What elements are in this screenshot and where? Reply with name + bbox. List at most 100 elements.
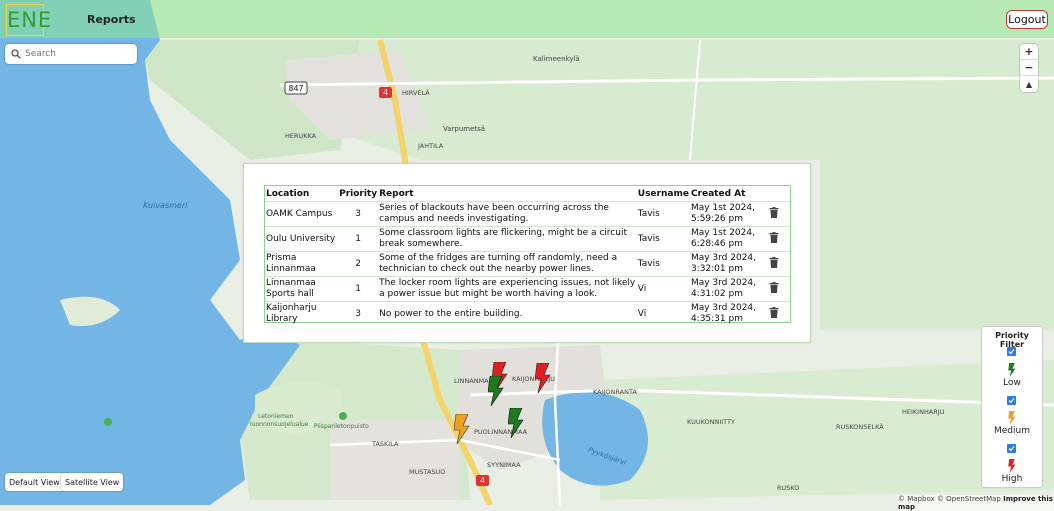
marker-medium-priority[interactable] [454, 414, 470, 444]
cell-location: Prisma Linnanmaa [266, 253, 316, 274]
reports-link[interactable]: Reports [87, 13, 136, 26]
cell-created-at: May 1st 2024, 5:59:26 pm [690, 203, 755, 224]
cell-username: Tavis [637, 208, 660, 219]
reports-table-wrapper: Location Priority Report Username Create… [264, 185, 791, 326]
place-herukka: HERUKKA [285, 132, 317, 140]
cell-report: No power to the entire building. [379, 308, 523, 319]
place-rusko: RUSKO [777, 484, 799, 492]
column-header-created-at: Created At [690, 188, 746, 199]
place-heikinharju: HEIKINHARJU [902, 408, 945, 416]
cell-username: Vi [637, 308, 647, 319]
compass-button[interactable]: ▲ [1020, 76, 1038, 92]
default-view-button[interactable]: Default View [5, 473, 64, 491]
table-row: Oulu University 1 Some classroom lights … [265, 226, 790, 252]
low-priority-checkbox[interactable] [1007, 347, 1016, 356]
place-hirvela: HIRVELÄ [402, 88, 430, 97]
park-pin-icon [339, 412, 347, 420]
road-4-top-label: 4 [383, 88, 388, 97]
zoom-in-button[interactable]: + [1020, 44, 1038, 60]
cell-username: Tavis [637, 233, 660, 244]
cell-location: Kaijonharju Library [266, 303, 317, 324]
road-4-bottom-label: 4 [480, 476, 485, 485]
satellite-view-button[interactable]: Satellite View [61, 473, 124, 491]
place-mustasuo: MUSTASUO [409, 468, 445, 476]
cell-report: Some of the fridges are turning off rand… [379, 253, 618, 274]
place-luonnonsuojelualue: luonnonsuojelualue [250, 421, 309, 428]
cell-report: The locker room lights are experiencing … [379, 278, 636, 299]
column-header-username: Username [637, 188, 689, 199]
medium-priority-checkbox[interactable] [1007, 396, 1016, 405]
cell-username: Tavis [637, 258, 660, 269]
cell-actions [768, 202, 790, 227]
top-nav-bar: ENE Reports Logout [0, 0, 1054, 38]
cell-priority: 2 [355, 258, 361, 269]
trash-icon[interactable] [769, 231, 779, 243]
cell-actions [768, 277, 790, 302]
table-row: Kaijonharju Library 3 No power to the en… [265, 301, 790, 327]
trash-icon[interactable] [769, 206, 779, 218]
place-taskila: TASKILA [371, 440, 399, 448]
place-kaijonranta: KAIJONRANTA [593, 388, 637, 396]
column-header-priority: Priority [339, 188, 378, 199]
place-kuivasmeri: Kuivasmeri [143, 201, 188, 210]
map-zoom-controls: + − ▲ [1020, 44, 1038, 92]
cell-location: Oulu University [266, 233, 336, 244]
trash-icon[interactable] [769, 256, 779, 268]
cell-priority: 3 [355, 308, 361, 319]
column-header-report: Report [379, 188, 414, 199]
high-priority-checkbox[interactable] [1007, 444, 1016, 453]
cell-username: Vi [637, 283, 647, 294]
low-filter-label: Low [1003, 378, 1021, 388]
place-kuukonniitty: KUUKONNIITTY [687, 418, 735, 426]
medium-bolt-icon [1008, 411, 1016, 425]
checkmark-icon [1008, 349, 1015, 355]
column-header-actions [768, 186, 790, 202]
place-varpumetsa: Varpumetsä [443, 125, 485, 133]
column-header-location: Location [266, 188, 310, 199]
cell-actions [768, 227, 790, 252]
place-piispanletonpuisto: Piispanletonpuisto [314, 423, 369, 430]
cell-location: Linnanmaa Sports hall [266, 278, 316, 299]
app-logo[interactable]: ENE [6, 4, 51, 36]
marker-low-priority[interactable] [488, 376, 504, 406]
cell-created-at: May 3rd 2024, 3:32:01 pm [690, 253, 757, 274]
map-urban-taskila [330, 420, 460, 500]
checkmark-icon [1008, 446, 1015, 452]
zoom-out-button[interactable]: − [1020, 60, 1038, 76]
table-row: Prisma Linnanmaa 2 Some of the fridges a… [265, 251, 790, 277]
road-shield-847: 847 [284, 81, 308, 95]
table-header-row: Location Priority Report Username Create… [265, 186, 790, 202]
search-input[interactable] [25, 46, 133, 61]
map-attribution: © Mapbox © OpenStreetMap Improve this ma… [898, 495, 1054, 511]
cell-created-at: May 3rd 2024, 4:31:02 pm [690, 278, 757, 299]
cell-report: Series of blackouts have been occurring … [379, 203, 609, 224]
high-bolt-icon [1008, 459, 1016, 473]
logout-button[interactable]: Logout [1006, 10, 1048, 29]
cell-created-at: May 1st 2024, 6:28:46 pm [690, 228, 755, 249]
marker-high-priority[interactable] [535, 363, 551, 393]
trash-icon[interactable] [769, 281, 779, 293]
search-icon [11, 49, 21, 59]
osm-attribution-link[interactable]: © OpenStreetMap [937, 495, 1001, 503]
cell-actions [768, 302, 790, 327]
table-row: OAMK Campus 3 Series of blackouts have b… [265, 201, 790, 227]
place-jahtila: JAHTILA [417, 142, 444, 150]
reports-panel: Location Priority Report Username Create… [243, 163, 811, 343]
place-kalimeenkyla: Kalimeenkylä [533, 55, 580, 63]
place-syynimaa: SYYNIMAA [487, 461, 521, 469]
cell-priority: 3 [355, 208, 361, 219]
road-shield-4-top: 4 [379, 87, 392, 98]
cell-location: OAMK Campus [266, 208, 333, 219]
cell-created-at: May 3rd 2024, 4:35:31 pm [690, 303, 757, 324]
place-letoniemen: Letoniemen [258, 413, 294, 420]
place-ruskonselka: RUSKONSELKÄ [836, 422, 884, 431]
cell-report: Some classroom lights are flickering, mi… [379, 228, 627, 249]
marker-low-priority[interactable] [508, 408, 524, 438]
medium-filter-label: Medium [994, 426, 1030, 436]
road-847-label: 847 [288, 84, 303, 93]
low-bolt-icon [1008, 363, 1016, 377]
mapbox-attribution-link[interactable]: © Mapbox [898, 495, 935, 503]
cell-actions [768, 252, 790, 277]
trash-icon[interactable] [769, 306, 779, 318]
reports-table: Location Priority Report Username Create… [265, 186, 790, 326]
